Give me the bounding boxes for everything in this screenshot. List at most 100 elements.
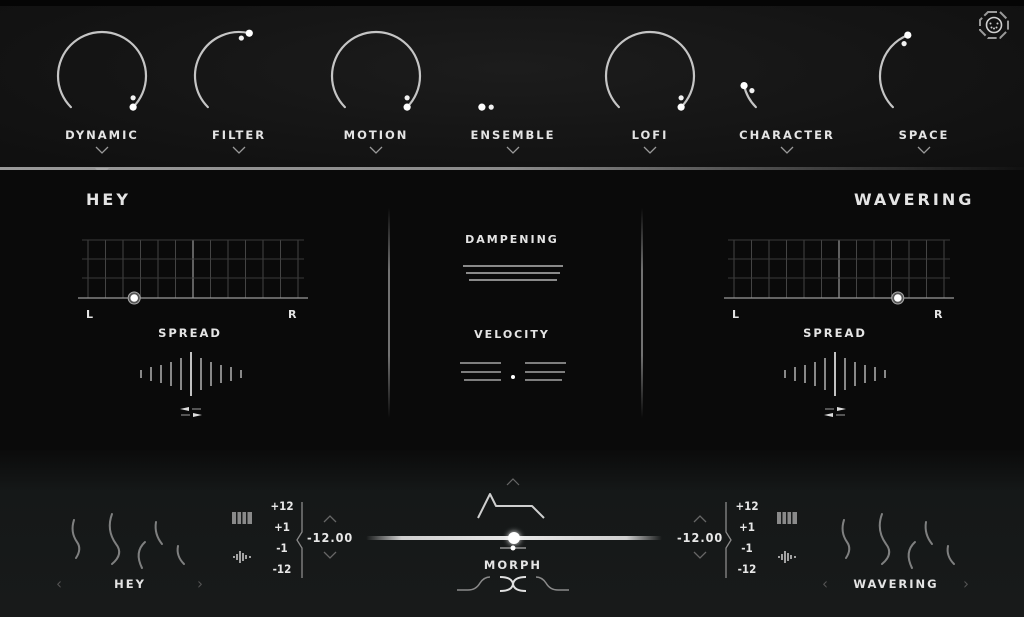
knob-lofi[interactable]: LOFI (590, 22, 710, 172)
pan-left-label: L (86, 308, 96, 321)
chevron-down-icon[interactable] (506, 145, 520, 155)
right-pitch-options: +12 +1 -1 -12 (732, 498, 762, 582)
knob-handle (129, 103, 137, 111)
left-pitch-value[interactable]: -12.00 (307, 530, 353, 545)
chevron-down-icon[interactable] (369, 145, 383, 155)
right-prev-preset-button[interactable]: ‹ (818, 574, 832, 593)
left-pitch-up-button[interactable] (323, 514, 337, 523)
morph-slider-thumb[interactable] (508, 532, 520, 544)
pan-handle (894, 294, 902, 302)
right-pan-control[interactable]: L R (724, 232, 954, 332)
knob-character-label: CHARACTER (739, 128, 835, 142)
morph-label: MORPH (483, 558, 543, 572)
piano-keys-icon[interactable] (232, 512, 252, 524)
chevron-down-icon[interactable] (917, 145, 931, 155)
left-pitch-brace (296, 502, 303, 578)
left-layer-title: HEY (86, 190, 131, 209)
pitch-option[interactable]: -1 (267, 540, 297, 561)
right-spread-arrows-icon[interactable] (823, 406, 847, 418)
knob-inner-handle (130, 95, 136, 101)
left-spread-control[interactable] (136, 352, 246, 396)
knob-filter-label: FILTER (211, 128, 267, 142)
right-preset-name: WAVERING (853, 577, 939, 591)
knob-filter[interactable]: FILTER (179, 22, 299, 172)
audio-wave-icon[interactable] (776, 550, 798, 564)
piano-keys-icon[interactable] (777, 512, 797, 524)
pan-handle (130, 294, 138, 302)
midi-connector-icon[interactable] (978, 10, 1010, 40)
left-pan-control[interactable]: L R (78, 232, 308, 332)
right-pan-grid[interactable] (724, 232, 954, 306)
knob-ensemble-label: ENSEMBLE (470, 128, 556, 142)
morph-shape-up-button[interactable] (506, 478, 520, 486)
velocity-dot (511, 375, 515, 379)
left-preset-wave-art (71, 513, 185, 569)
knob-inner-handle (238, 35, 244, 41)
right-separator (641, 208, 643, 418)
knob-dynamic-arc[interactable] (52, 26, 152, 126)
velocity-control[interactable] (458, 358, 568, 384)
left-spread-label: SPREAD (158, 326, 222, 340)
dampening-label: DAMPENING (465, 233, 559, 246)
left-separator (388, 208, 390, 418)
pitch-option[interactable]: +1 (267, 519, 297, 540)
knob-motion-arc[interactable] (326, 26, 426, 126)
knob-lofi-label: LOFI (631, 128, 669, 142)
right-preset-wave-art (841, 513, 955, 569)
left-spread-arrows-icon[interactable] (179, 406, 203, 418)
knob-character[interactable]: CHARACTER (727, 22, 847, 172)
morph-sub-indicator (500, 545, 526, 551)
right-pitch-down-button[interactable] (693, 551, 707, 560)
knob-dynamic[interactable]: DYNAMIC (42, 22, 162, 172)
pitch-option[interactable]: +1 (732, 519, 762, 540)
pitch-option[interactable]: +12 (732, 498, 762, 519)
left-pan-grid[interactable] (78, 232, 308, 306)
left-pitch-down-button[interactable] (323, 551, 337, 560)
morph-crossfade-icon[interactable] (456, 575, 570, 593)
left-prev-preset-button[interactable]: ‹ (52, 574, 66, 593)
knob-space-arc[interactable] (874, 26, 974, 126)
knob-filter-arc[interactable] (189, 26, 289, 126)
chevron-down-icon[interactable] (643, 145, 657, 155)
pan-right-label: R (288, 308, 299, 321)
knob-handle (245, 29, 253, 37)
knob-inner-handle (901, 41, 907, 47)
knob-character-arc[interactable] (737, 26, 837, 126)
right-spread-control[interactable] (780, 352, 890, 396)
knob-inner-handle (404, 95, 410, 101)
knob-handle (677, 103, 685, 111)
right-pitch-value[interactable]: -12.00 (677, 530, 723, 545)
knob-motion[interactable]: MOTION (316, 22, 436, 172)
right-spread-label: SPREAD (803, 326, 867, 340)
right-next-preset-button[interactable]: › (959, 574, 973, 593)
pan-left-label: L (732, 308, 742, 321)
morph-envelope-icon (477, 493, 545, 519)
knob-space[interactable]: SPACE (864, 22, 984, 172)
audio-wave-icon[interactable] (231, 550, 253, 564)
left-pitch-options: +12 +1 -1 -12 (267, 498, 297, 582)
knob-lofi-arc[interactable] (600, 26, 700, 126)
knob-handle (403, 103, 411, 111)
knob-handle (740, 81, 748, 90)
knob-dynamic-label: DYNAMIC (65, 128, 139, 142)
pitch-option[interactable]: -12 (732, 561, 762, 582)
pitch-option[interactable]: -12 (267, 561, 297, 582)
pitch-option[interactable]: -1 (732, 540, 762, 561)
knob-ensemble[interactable]: ENSEMBLE (453, 22, 573, 172)
knob-ensemble-arc[interactable] (463, 26, 563, 126)
knob-motion-label: MOTION (343, 128, 409, 142)
chevron-down-icon[interactable] (780, 145, 794, 155)
pan-right-label: R (934, 308, 945, 321)
left-next-preset-button[interactable]: › (193, 574, 207, 593)
chevron-down-icon[interactable] (95, 145, 109, 155)
left-preset-name: HEY (114, 577, 146, 591)
knob-value-arc (193, 30, 251, 109)
right-pitch-up-button[interactable] (693, 514, 707, 523)
dampening-control[interactable] (460, 262, 566, 284)
chevron-down-icon[interactable] (232, 145, 246, 155)
knob-inner-handle (749, 88, 755, 94)
velocity-label: VELOCITY (474, 328, 550, 341)
knob-inner-handle (678, 95, 684, 101)
knob-value-arc (742, 84, 757, 109)
pitch-option[interactable]: +12 (267, 498, 297, 519)
